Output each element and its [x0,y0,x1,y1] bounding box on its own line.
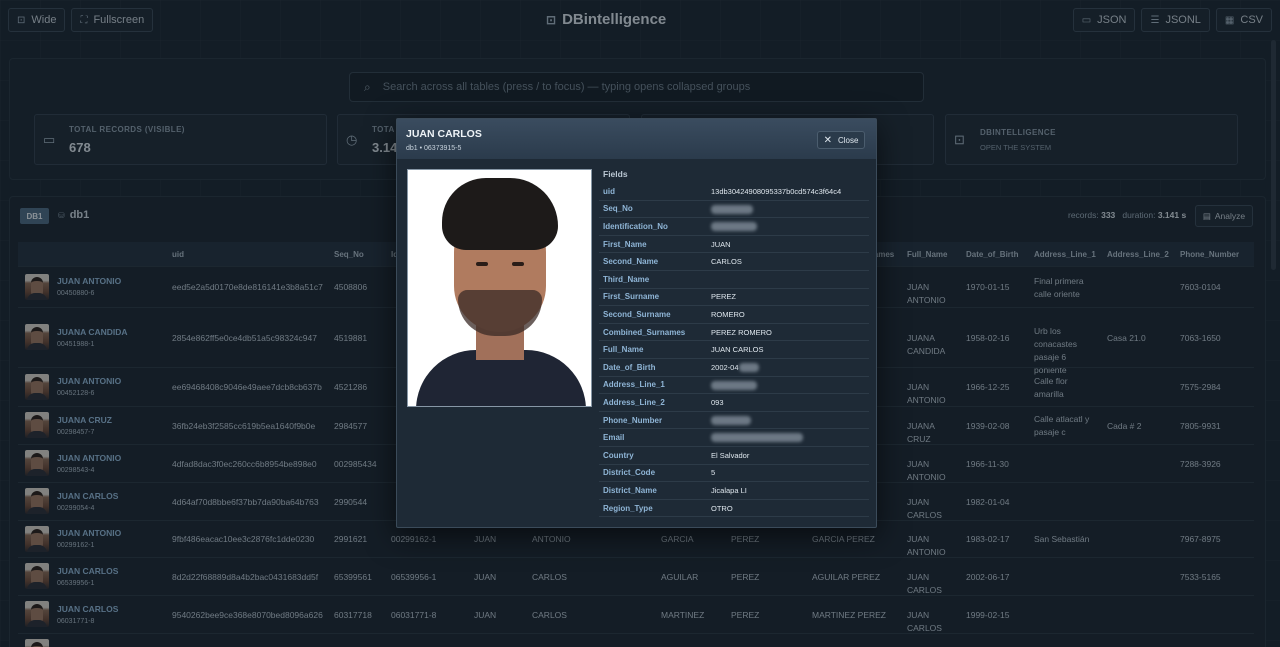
field-key: First_Surname [603,292,660,302]
field-key: Combined_Surnames [603,327,686,337]
field-value [711,433,803,443]
close-icon: ✕ [823,134,832,146]
field-row: Address_Line_2 093 [599,394,869,412]
field-value [711,380,757,390]
field-value-text: Jicalapa LI [711,485,747,495]
field-key: First_Name [603,239,647,249]
field-value [711,415,751,425]
field-row: Identification_No [599,218,869,236]
field-value-text: 5 [711,468,716,478]
field-value-text: El Salvador [711,450,750,460]
field-value: 5 [711,468,715,477]
redaction-blur [738,363,759,373]
field-value-text: CARLOS [711,257,742,267]
redaction-blur [711,204,753,214]
field-key: Full_Name [603,345,644,355]
field-value-text: 2002-04 [711,362,739,372]
field-key: Phone_Number [603,415,663,425]
field-key: Address_Line_2 [603,397,665,407]
field-row: Full_Name JUAN CARLOS [599,341,869,359]
field-value-text: ROMERO [711,309,745,319]
field-key: District_Code [603,468,656,478]
field-value: CARLOS [711,257,742,266]
field-row: Combined_Surnames PEREZ ROMERO [599,324,869,342]
field-key: Third_Name [603,274,650,284]
field-key: Second_Surname [603,309,671,319]
photo-eye [476,262,488,266]
field-row: District_Code 5 [599,465,869,483]
field-value: 093 [711,398,724,407]
field-value [711,204,753,214]
field-key: uid [603,186,615,196]
modal-subtitle: db1 • 06373915-5 [406,145,462,152]
modal-header: JUAN CARLOS db1 • 06373915-5 ✕ Close [397,119,876,159]
field-key: Address_Line_1 [603,380,665,390]
field-value: JUAN [711,240,731,249]
field-key: Second_Name [603,257,659,267]
field-value-text: JUAN CARLOS [711,345,764,355]
photo-eye [512,262,524,266]
field-value-text: 093 [711,397,724,407]
field-value: ROMERO [711,310,745,319]
field-row: Phone_Number [599,412,869,430]
field-key: Country [603,450,634,460]
field-value: JUAN CARLOS [711,345,764,354]
modal-title: JUAN CARLOS [406,128,482,140]
field-row: Country El Salvador [599,447,869,465]
field-key: Identification_No [603,221,668,231]
field-value: OTRO [711,504,733,513]
field-key: Seq_No [603,204,633,214]
field-key: Region_Type [603,503,653,513]
field-row: Second_Name CARLOS [599,253,869,271]
redaction-blur [711,415,751,425]
field-key: Date_of_Birth [603,362,656,372]
field-key: District_Name [603,485,657,495]
field-value: El Salvador [711,451,749,460]
redaction-blur [711,380,757,390]
field-row: First_Surname PEREZ [599,289,869,307]
field-value-text: PEREZ ROMERO [711,327,772,337]
field-value: Jicalapa LI [711,486,747,495]
field-row: District_Name Jicalapa LI [599,482,869,500]
field-row: Address_Line_1 [599,377,869,395]
field-value: 2002-04 [711,363,759,373]
field-value-text: 13db30424908095337b0cd574c3f64c4 [711,186,842,196]
field-row: Date_of_Birth 2002-04 [599,359,869,377]
field-value [711,222,757,232]
field-value: PEREZ ROMERO [711,328,772,337]
fields-title: Fields [603,169,628,179]
field-row: Region_Type OTRO [599,500,869,518]
field-row: uid 13db30424908095337b0cd574c3f64c4 [599,183,869,201]
field-value-text: PEREZ [711,292,737,302]
close-label: Close [837,135,859,145]
field-key: Email [603,433,625,443]
field-row: Third_Name [599,271,869,289]
redaction-blur [711,222,757,232]
field-value: 13db30424908095337b0cd574c3f64c4 [711,187,841,196]
field-value-text: JUAN [711,239,731,249]
field-value-text: OTRO [711,503,733,513]
field-row: First_Name JUAN [599,236,869,254]
record-modal: JUAN CARLOS db1 • 06373915-5 ✕ Close Fie… [396,118,877,528]
photo-beard [458,290,542,336]
field-value: PEREZ [711,292,736,301]
close-button[interactable]: ✕ Close [817,131,865,149]
person-photo [407,169,592,407]
photo-hair [442,178,558,250]
field-row: Second_Surname ROMERO [599,306,869,324]
field-row: Email [599,429,869,447]
redaction-blur [711,433,803,443]
field-row: Seq_No [599,201,869,219]
